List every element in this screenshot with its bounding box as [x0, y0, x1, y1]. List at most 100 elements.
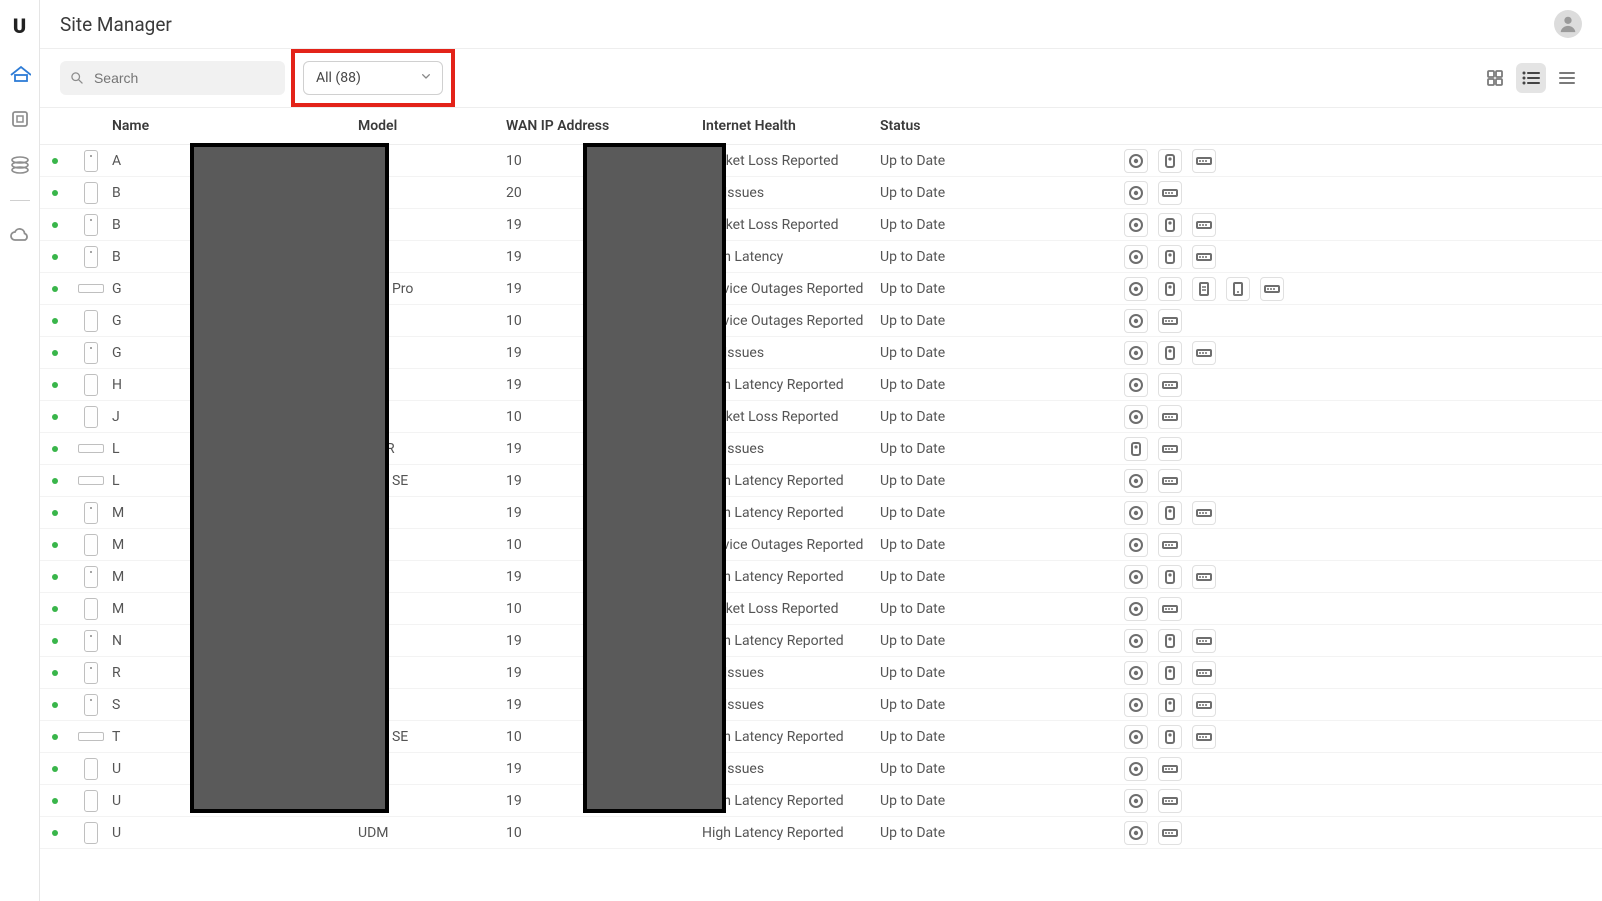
cell-apps [1124, 789, 1602, 813]
toolbar: All (88) [40, 49, 1602, 108]
app-protect-icon[interactable] [1158, 693, 1182, 717]
cell-apps [1124, 309, 1602, 333]
app-switch-icon[interactable] [1192, 661, 1216, 685]
cell-apps [1124, 213, 1602, 237]
col-status[interactable]: Status [880, 118, 1124, 134]
app-network-icon[interactable] [1124, 149, 1148, 173]
app-switch-icon[interactable] [1192, 629, 1216, 653]
status-dot-online [52, 638, 58, 644]
app-switch-icon[interactable] [1158, 821, 1182, 845]
site-name: J [112, 409, 120, 425]
site-name: U [112, 761, 121, 777]
app-protect-icon[interactable] [1158, 629, 1182, 653]
app-network-icon[interactable] [1124, 693, 1148, 717]
app-switch-icon[interactable] [1158, 181, 1182, 205]
app-protect-icon[interactable] [1158, 725, 1182, 749]
account-avatar[interactable] [1554, 10, 1582, 38]
view-list-button[interactable] [1516, 63, 1546, 93]
app-switch-icon[interactable] [1158, 373, 1182, 397]
app-network-icon[interactable] [1124, 245, 1148, 269]
status-dot-online [52, 542, 58, 548]
app-switch-icon[interactable] [1192, 501, 1216, 525]
rail-sites-icon[interactable] [9, 62, 31, 84]
app-protect-icon[interactable] [1158, 213, 1182, 237]
device-glyph-icon [84, 790, 98, 812]
app-switch-icon[interactable] [1158, 469, 1182, 493]
app-switch-icon[interactable] [1192, 245, 1216, 269]
app-network-icon[interactable] [1124, 821, 1148, 845]
cell-status: Up to Date [880, 249, 945, 265]
app-switch-icon[interactable] [1158, 533, 1182, 557]
app-network-icon[interactable] [1124, 309, 1148, 333]
app-access-icon[interactable] [1192, 277, 1216, 301]
rail-cloud-icon[interactable] [9, 225, 31, 247]
app-network-icon[interactable] [1124, 501, 1148, 525]
app-switch-icon[interactable] [1158, 789, 1182, 813]
cell-apps [1124, 693, 1602, 717]
app-network-icon[interactable] [1124, 757, 1148, 781]
app-switch-icon[interactable] [1192, 149, 1216, 173]
app-protect-icon[interactable] [1158, 661, 1182, 685]
app-protect-icon[interactable] [1158, 245, 1182, 269]
view-compact-button[interactable] [1552, 63, 1582, 93]
redaction-name-column [190, 143, 389, 813]
cell-status: Up to Date [880, 793, 945, 809]
app-talk-icon[interactable] [1226, 277, 1250, 301]
app-switch-icon[interactable] [1158, 405, 1182, 429]
app-switch-icon[interactable] [1158, 757, 1182, 781]
app-switch-icon[interactable] [1158, 437, 1182, 461]
view-grid-button[interactable] [1480, 63, 1510, 93]
col-name[interactable]: Name [112, 118, 358, 134]
cell-status: Up to Date [880, 473, 945, 489]
status-dot-online [52, 766, 58, 772]
app-protect-icon[interactable] [1158, 501, 1182, 525]
app-protect-icon[interactable] [1158, 341, 1182, 365]
cell-status: Up to Date [880, 825, 945, 841]
app-network-icon[interactable] [1124, 629, 1148, 653]
app-network-icon[interactable] [1124, 181, 1148, 205]
app-network-icon[interactable] [1124, 341, 1148, 365]
app-switch-icon[interactable] [1192, 213, 1216, 237]
app-network-icon[interactable] [1124, 213, 1148, 237]
rail-layers-icon[interactable] [9, 154, 31, 176]
app-protect-icon[interactable] [1158, 565, 1182, 589]
cell-wan: 10 [506, 729, 522, 745]
app-network-icon[interactable] [1124, 789, 1148, 813]
app-network-icon[interactable] [1124, 661, 1148, 685]
app-network-icon[interactable] [1124, 469, 1148, 493]
app-protect-icon[interactable] [1158, 277, 1182, 301]
search-box[interactable] [60, 61, 285, 95]
col-model[interactable]: Model [358, 118, 506, 134]
cell-status: Up to Date [880, 409, 945, 425]
filter-label: All (88) [316, 70, 361, 86]
col-wan[interactable]: WAN IP Address [506, 118, 702, 134]
device-glyph-icon [84, 374, 98, 396]
app-switch-icon[interactable] [1192, 341, 1216, 365]
app-network-icon[interactable] [1124, 373, 1148, 397]
app-switch-icon[interactable] [1158, 597, 1182, 621]
device-glyph-icon [84, 534, 98, 556]
col-health[interactable]: Internet Health [702, 118, 880, 134]
device-glyph-icon [84, 150, 98, 172]
app-protect-icon[interactable] [1158, 149, 1182, 173]
app-network-icon[interactable] [1124, 277, 1148, 301]
search-input[interactable] [92, 69, 275, 87]
rail-devices-icon[interactable] [9, 108, 31, 130]
table-row[interactable]: UUDM10High Latency ReportedUp to Date [40, 817, 1602, 849]
app-network-icon[interactable] [1124, 597, 1148, 621]
app-network-icon[interactable] [1124, 533, 1148, 557]
app-protect-icon[interactable] [1124, 437, 1148, 461]
cell-wan: 19 [506, 505, 522, 521]
filter-dropdown[interactable]: All (88) [303, 61, 443, 95]
device-glyph-icon [78, 444, 104, 453]
app-switch-icon[interactable] [1192, 565, 1216, 589]
cell-wan: 10 [506, 537, 522, 553]
app-switch-icon[interactable] [1192, 725, 1216, 749]
app-network-icon[interactable] [1124, 725, 1148, 749]
app-network-icon[interactable] [1124, 405, 1148, 429]
app-switch-icon[interactable] [1158, 309, 1182, 333]
status-dot-online [52, 254, 58, 260]
app-switch-icon[interactable] [1192, 693, 1216, 717]
app-network-icon[interactable] [1124, 565, 1148, 589]
app-switch-icon[interactable] [1260, 277, 1284, 301]
